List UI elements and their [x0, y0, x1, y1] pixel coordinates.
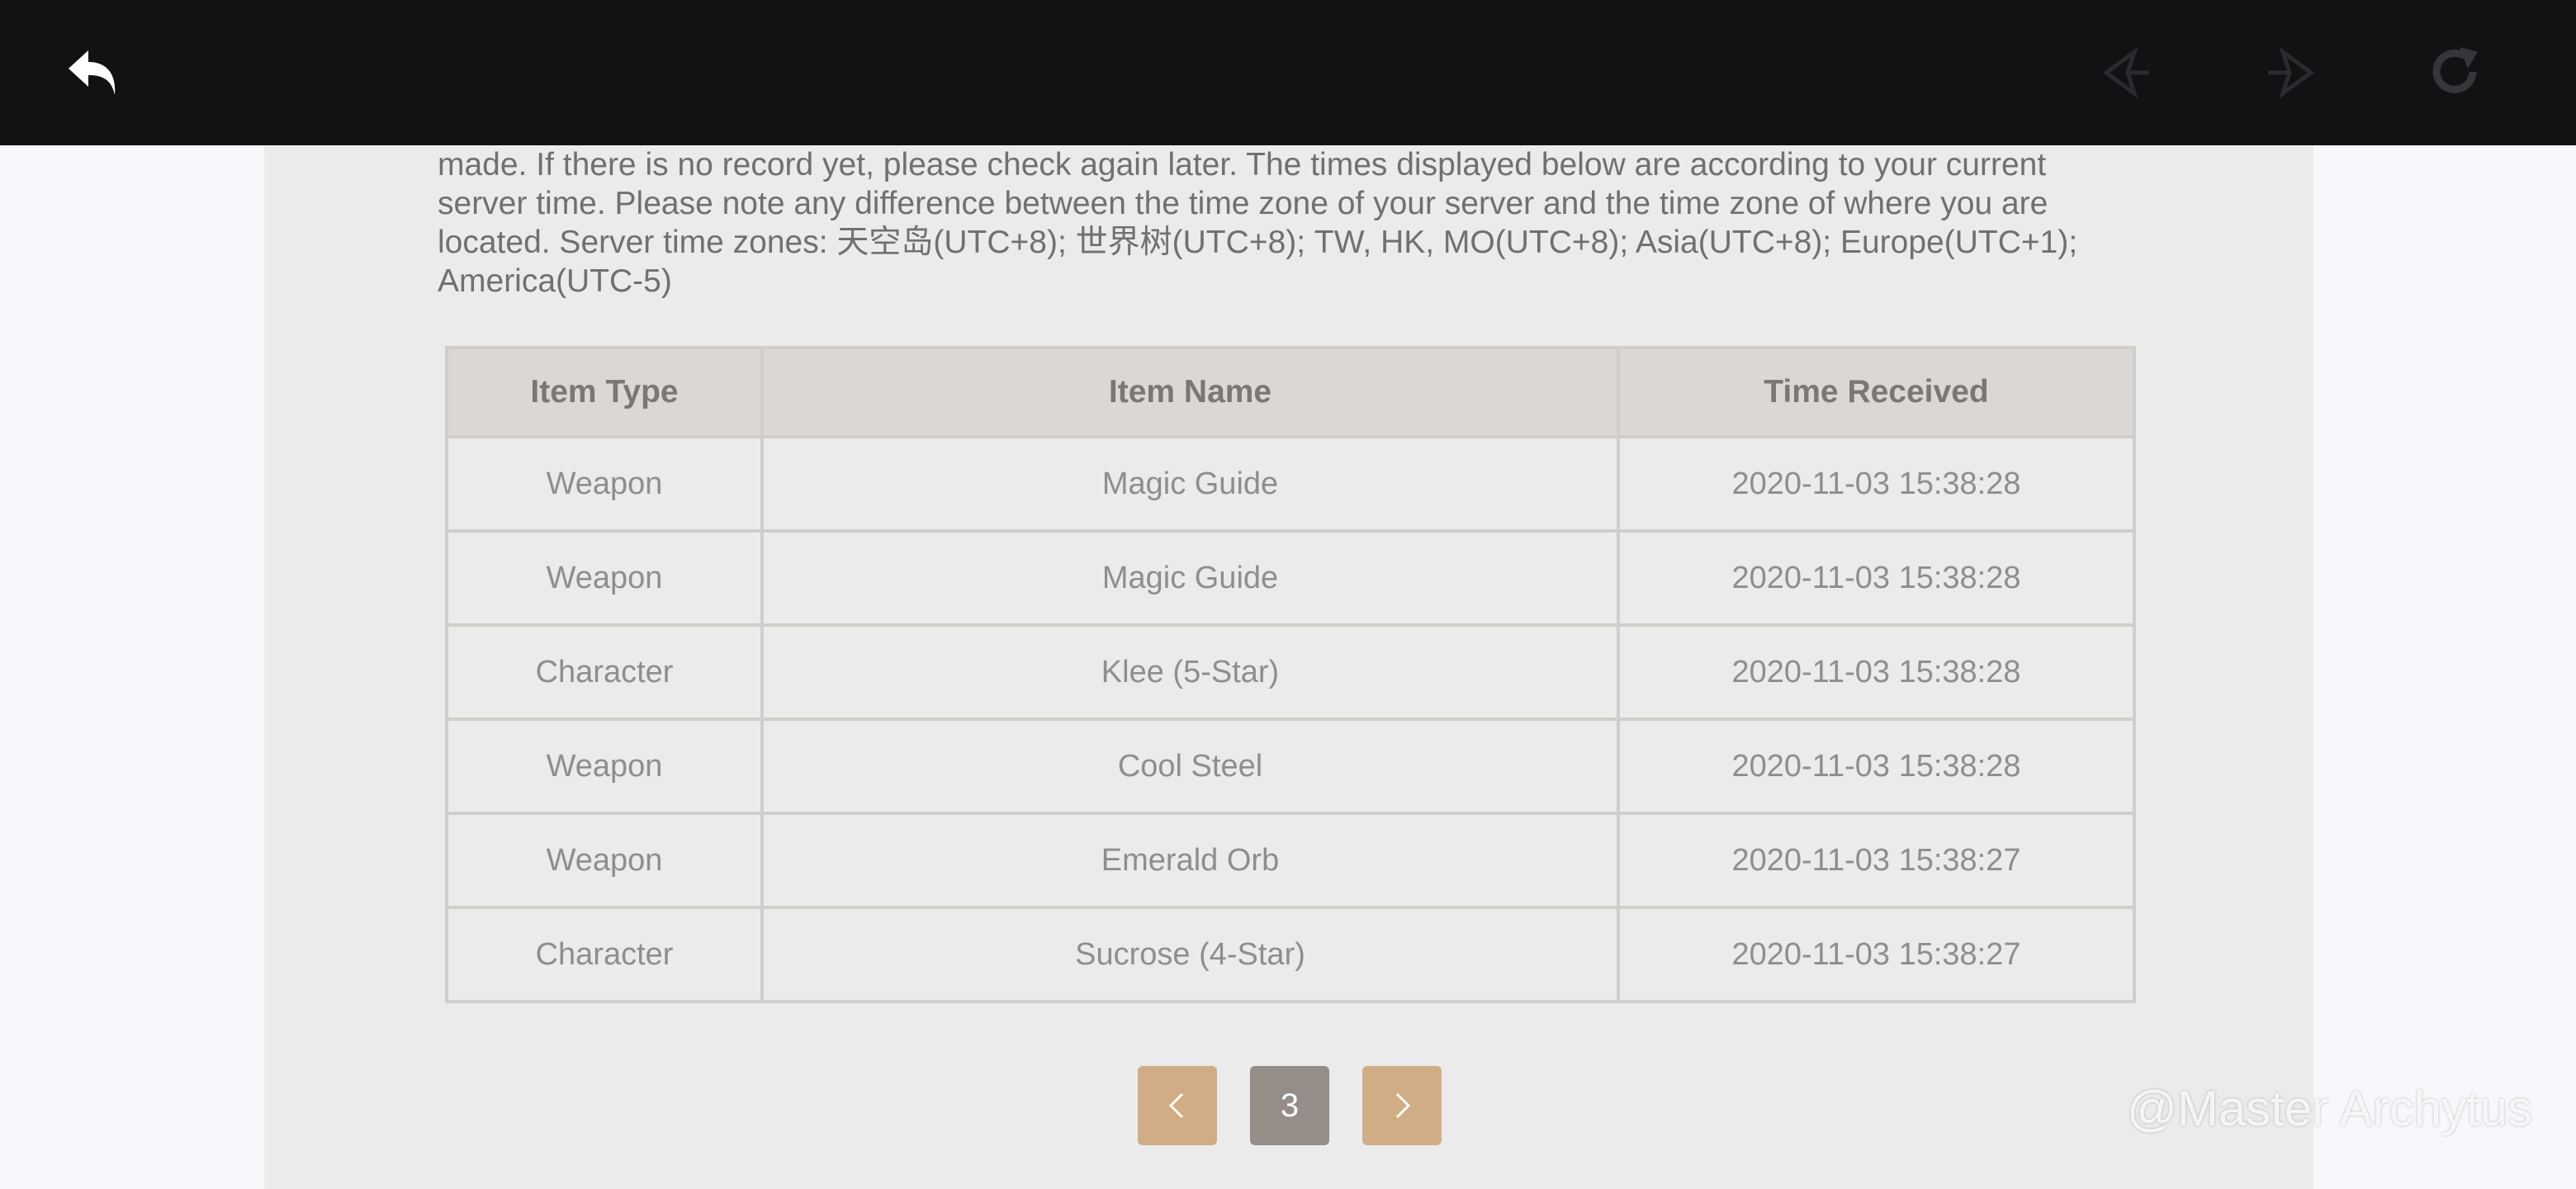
table-row: Weapon Emerald Orb 2020-11-03 15:38:27: [445, 812, 2136, 909]
chevron-left-icon: [1168, 1092, 1184, 1119]
item-type-cell: Weapon: [445, 435, 764, 533]
watermark: @Master Archytus: [2127, 1081, 2533, 1136]
item-name-cell: Magic Guide: [760, 435, 1620, 533]
item-type-cell: Weapon: [445, 718, 764, 815]
chevron-right-icon: [1395, 1092, 1411, 1119]
table-row: Weapon Magic Guide 2020-11-03 15:38:28: [445, 435, 2136, 533]
header-item-type: Item Type: [445, 346, 764, 438]
prev-page-icon: [2102, 46, 2149, 99]
intro-line: made. If there is no record yet, please …: [438, 147, 2047, 182]
table-row: Character Klee (5-Star) 2020-11-03 15:38…: [445, 623, 2136, 721]
item-type-cell: Weapon: [445, 812, 764, 909]
time-received-cell: 2020-11-03 15:38:27: [1617, 812, 2136, 909]
intro-line: server time. Please note any difference …: [438, 186, 2048, 221]
item-type-cell: Weapon: [445, 529, 764, 627]
table-row: Character Sucrose (4-Star) 2020-11-03 15…: [445, 906, 2136, 1003]
item-type-cell: Character: [445, 623, 764, 721]
pagination-prev-button[interactable]: [1138, 1066, 1217, 1145]
prev-page-button[interactable]: [2094, 40, 2160, 106]
refresh-button[interactable]: [2422, 40, 2488, 106]
item-name-cell: Cool Steel: [760, 718, 1620, 815]
time-received-cell: 2020-11-03 15:38:28: [1617, 435, 2136, 533]
header-item-name: Item Name: [760, 346, 1620, 438]
item-name-cell-five-star: Klee (5-Star): [760, 623, 1620, 721]
time-received-cell: 2020-11-03 15:38:28: [1617, 718, 2136, 815]
back-arrow-icon: [69, 50, 116, 95]
next-page-button[interactable]: [2257, 40, 2323, 106]
item-name-cell-four-star: Sucrose (4-Star): [760, 906, 1620, 1003]
back-button[interactable]: [59, 40, 125, 106]
item-type-cell: Character: [445, 906, 764, 1003]
top-toolbar: [0, 0, 2576, 145]
pagination-next-button[interactable]: [1362, 1066, 1442, 1145]
table-header-row: Item Type Item Name Time Received: [445, 346, 2136, 438]
item-name-cell: Emerald Orb: [760, 812, 1620, 909]
next-page-icon: [2268, 46, 2315, 99]
time-received-cell: 2020-11-03 15:38:28: [1617, 529, 2136, 627]
table-row: Weapon Magic Guide 2020-11-03 15:38:28: [445, 529, 2136, 627]
pagination-current-page[interactable]: 3: [1250, 1066, 1329, 1145]
item-name-cell: Magic Guide: [760, 529, 1620, 627]
intro-text: made. If there is no record yet, please …: [438, 145, 2147, 301]
refresh-icon: [2432, 47, 2478, 93]
wish-records-table: Item Type Item Name Time Received Weapon…: [445, 346, 2136, 1003]
intro-line: located. Server time zones: 天空岛(UTC+8); …: [438, 225, 2078, 260]
wish-history-panel: made. If there is no record yet, please …: [264, 145, 2313, 1189]
header-time-received: Time Received: [1617, 346, 2136, 438]
intro-line: America(UTC-5): [438, 263, 672, 299]
time-received-cell: 2020-11-03 15:38:27: [1617, 906, 2136, 1003]
table-row: Weapon Cool Steel 2020-11-03 15:38:28: [445, 718, 2136, 815]
time-received-cell: 2020-11-03 15:38:28: [1617, 623, 2136, 721]
